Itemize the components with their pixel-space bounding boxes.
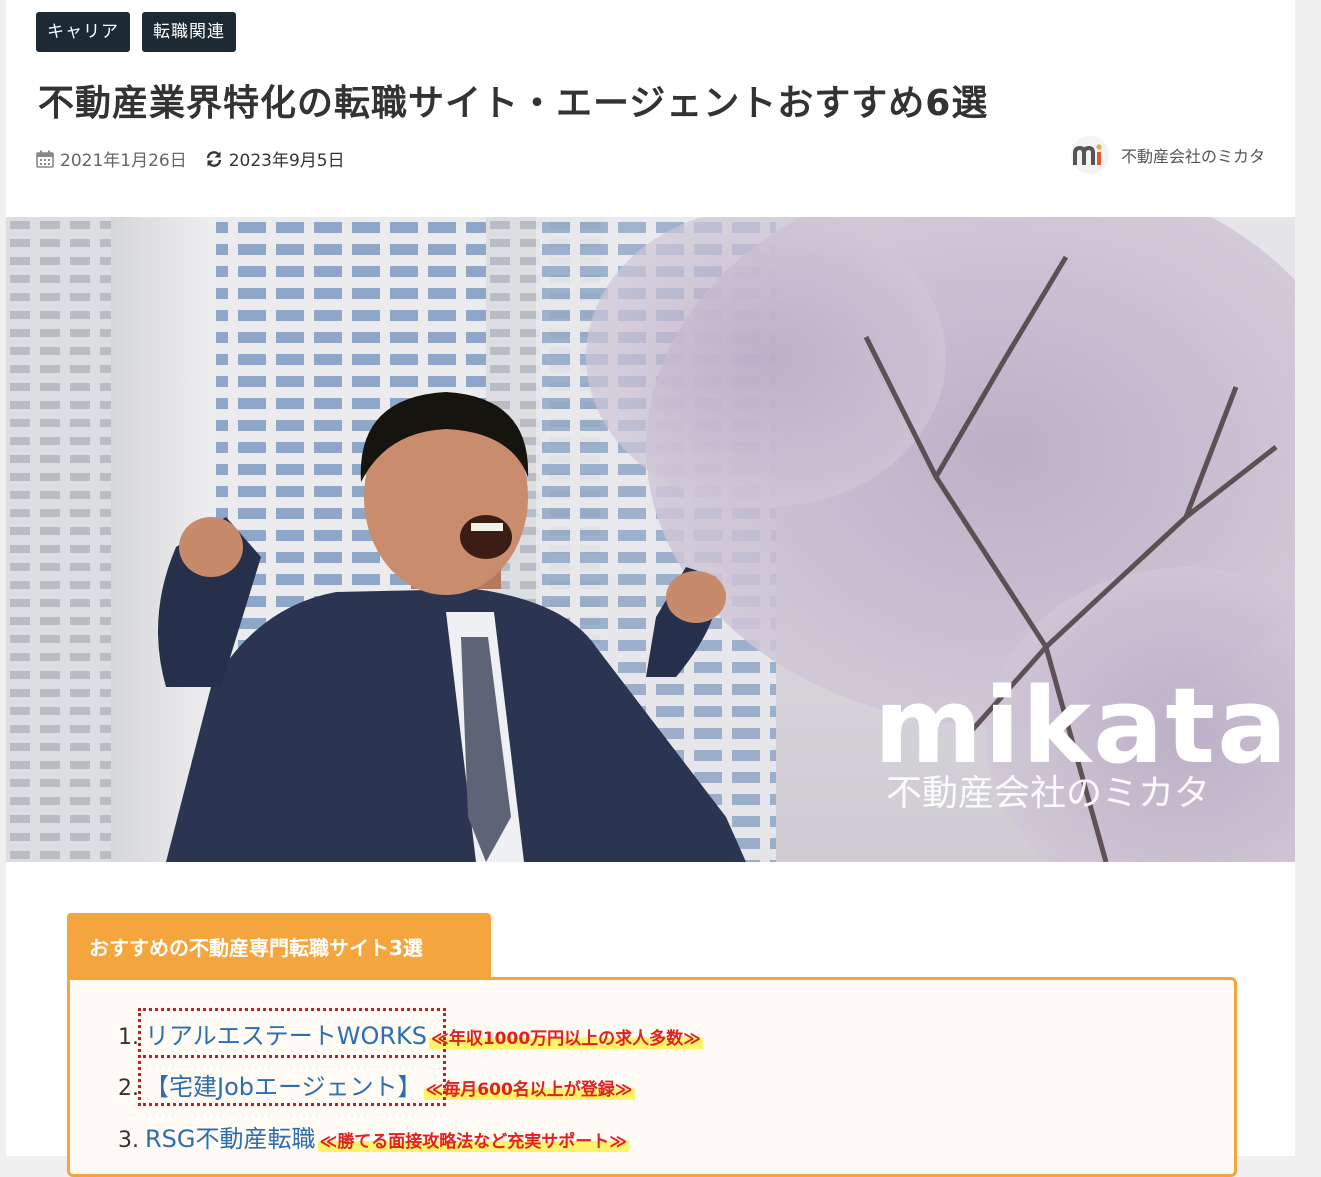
tag-career[interactable]: キャリア [36, 12, 130, 52]
article: キャリア 転職関連 不動産業界特化の転職サイト・エージェントおすすめ6選 202… [6, 0, 1295, 1177]
toc-item-3: 3. RSG不動産転職 ≪勝てる面接攻略法など充実サポート≫ [118, 1119, 630, 1154]
toc-item-number: 2. [118, 1076, 139, 1101]
toc-item-note: ≪勝てる面接攻略法など充実サポート≫ [317, 1127, 630, 1152]
hero-image: mikata 不動産会社のミカタ [6, 217, 1295, 862]
hero-logo-text: mikata [874, 665, 1289, 787]
toc-link-rsg[interactable]: RSG不動産転職 [145, 1119, 316, 1154]
toc-item-note: ≪毎月600名以上が登録≫ [423, 1075, 635, 1100]
toc-heading: おすすめの不動産専門転職サイト3選 [67, 913, 491, 979]
refresh-icon [206, 150, 221, 167]
scrollbar-track[interactable] [1295, 0, 1321, 1156]
mikata-logo-icon [1070, 136, 1109, 174]
updated-date-text: 2023年9月5日 [228, 151, 345, 171]
post-meta: 2021年1月26日 2023年9月5日 [36, 146, 363, 171]
tag-job-change[interactable]: 転職関連 [142, 12, 236, 52]
author-name: 不動産会社のミカタ [1120, 147, 1265, 166]
category-tags: キャリア 転職関連 [36, 12, 236, 52]
author[interactable]: 不動産会社のミカタ [1070, 136, 1265, 174]
page-title: 不動産業界特化の転職サイト・エージェントおすすめ6選 [38, 83, 989, 124]
updated-date: 2023年9月5日 [205, 146, 345, 171]
calendar-icon [36, 150, 54, 168]
highlight-dotted-divider [138, 1055, 446, 1058]
published-date-text: 2021年1月26日 [60, 151, 187, 171]
hero-logo-subtext: 不動産会社のミカタ [886, 773, 1210, 814]
toc-item-number: 1. [118, 1025, 139, 1050]
published-date: 2021年1月26日 [36, 146, 187, 171]
toc-item-note: ≪年収1000万円以上の求人多数≫ [429, 1024, 703, 1049]
toc-item-number: 3. [118, 1128, 139, 1153]
